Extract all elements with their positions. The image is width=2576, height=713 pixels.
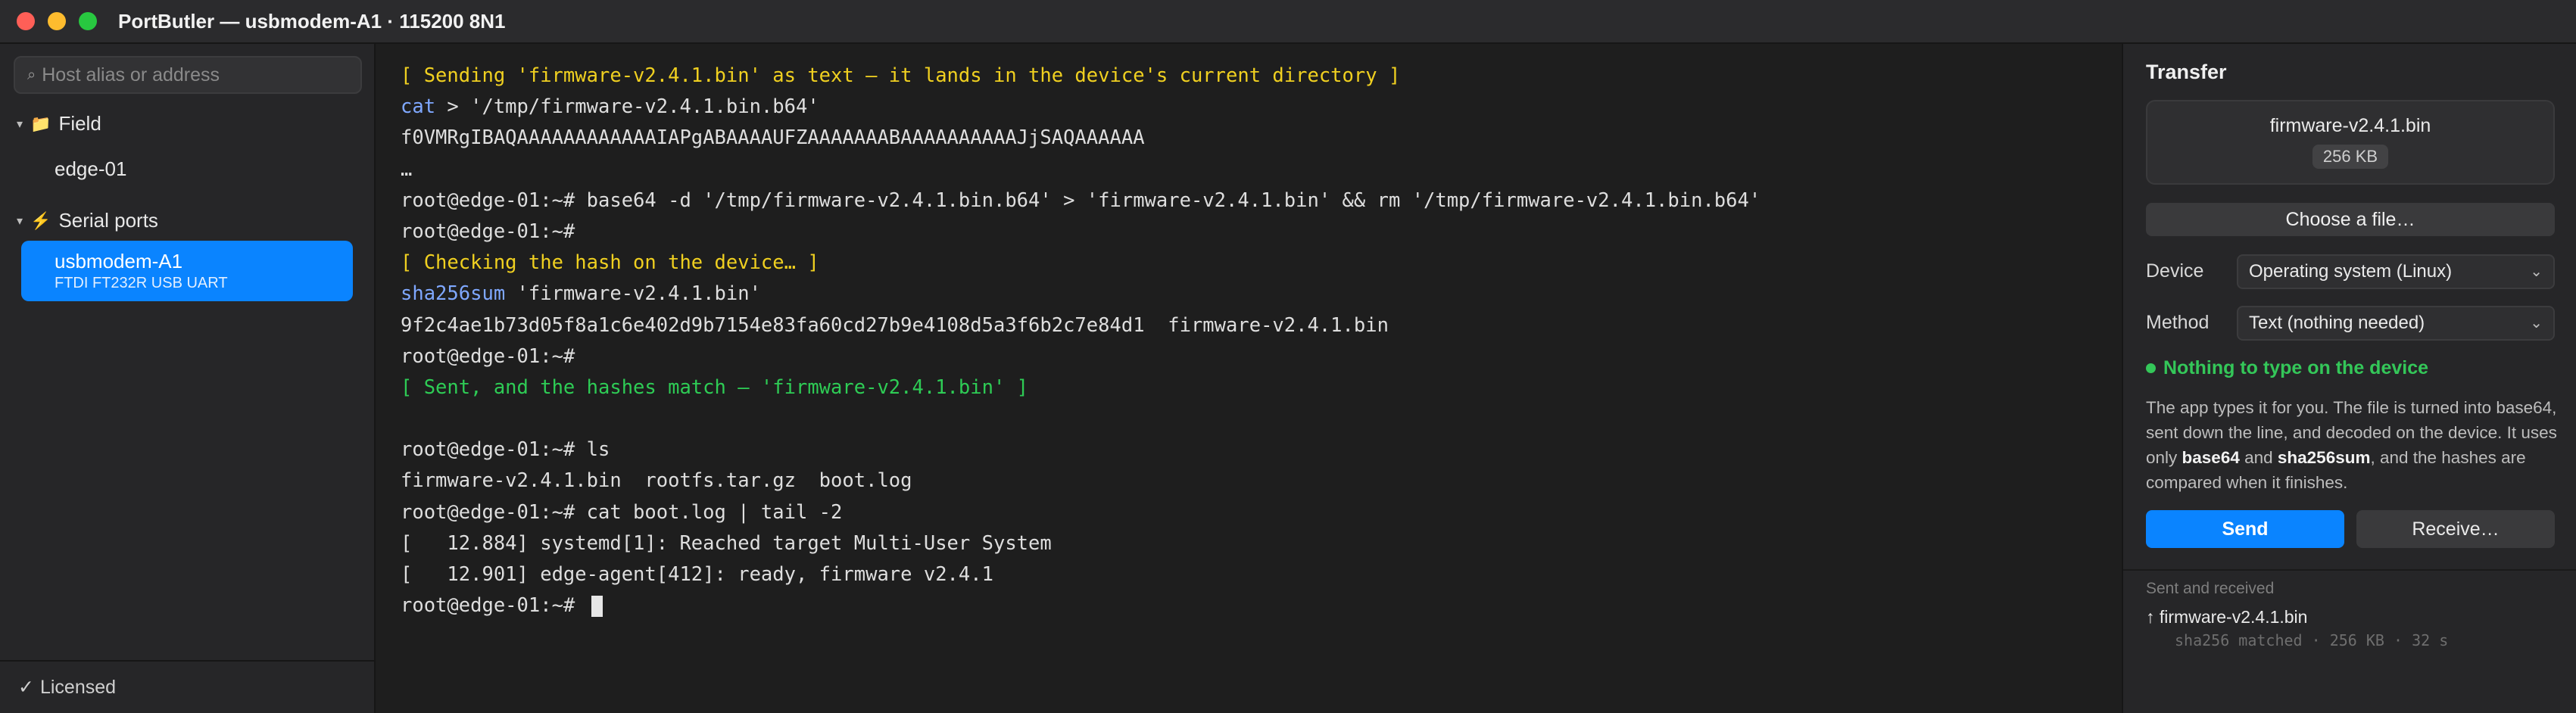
terminal-line: root@edge-01:~# cat boot.log | tail -2 [401, 497, 2122, 528]
bolt-icon: ⚡ [30, 210, 51, 230]
method-select[interactable]: Text (nothing needed) ⌄ [2237, 306, 2555, 341]
terminal-text: [ Checking the hash on the device… ] [401, 251, 819, 275]
transfer-panel: Transfer firmware-v2.4.1.bin 256 KB Choo… [2122, 44, 2576, 713]
minimize-window-button[interactable] [48, 12, 66, 30]
terminal-text: [ 12.901] edge-agent[412]: ready, firmwa… [401, 563, 993, 586]
license-status: ✓ Licensed [0, 660, 374, 713]
terminal-line: firmware-v2.4.1.bin rootfs.tar.gz boot.l… [401, 465, 2122, 497]
file-name: firmware-v2.4.1.bin [2269, 115, 2431, 136]
terminal-line: [ Checking the hash on the device… ] [401, 248, 2122, 279]
sidebar-group-label: Serial ports [58, 209, 158, 232]
terminal-line: f0VMRgIBAQAAAAAAAAAAAAIAPgABAAAAUFZAAAAA… [401, 123, 2122, 154]
status-text: Nothing to type on the device [2163, 357, 2429, 378]
sidebar-group-field[interactable]: ▾ 📁 Field [17, 112, 101, 135]
window-title: PortButler — usbmodem-A1 · 115200 8N1 [118, 9, 506, 33]
panel-title: Transfer [2146, 61, 2227, 83]
terminal-cursor [591, 596, 603, 618]
zoom-window-button[interactable] [79, 12, 97, 30]
terminal-line: root@edge-01:~# [401, 341, 2122, 372]
folder-icon: 📁 [30, 114, 51, 133]
terminal-text: [ Sending 'firmware-v2.4.1.bin' as text … [401, 64, 1401, 87]
history-meta: sha256 matched · 256 KB · 32 s [2175, 631, 2449, 649]
terminal-line: root@edge-01:~# [401, 216, 2122, 248]
desc-bold-base64: base64 [2181, 448, 2240, 467]
terminal-line: sha256sum 'firmware-v2.4.1.bin' [401, 279, 2122, 310]
terminal-text: > '/tmp/firmware-v2.4.1.bin.b64' [435, 95, 819, 119]
history-item[interactable]: ↑ firmware-v2.4.1.bin [2146, 607, 2307, 627]
terminal-output[interactable]: [ Sending 'firmware-v2.4.1.bin' as text … [376, 44, 2122, 713]
receive-button[interactable]: Receive… [2356, 510, 2555, 548]
divider [2123, 569, 2576, 571]
sidebar: ⌕ Host alias or address ▾ 📁 Field edge-0… [0, 44, 376, 713]
license-label: Licensed [39, 676, 117, 698]
status-indicator: Nothing to type on the device [2146, 357, 2428, 379]
port-detail: FTDI FT232R USB UART [55, 275, 228, 291]
terminal-line: root@edge-01:~# [401, 590, 2122, 621]
terminal-line: cat > '/tmp/firmware-v2.4.1.bin.b64' [401, 92, 2122, 123]
terminal-text: [ Sent, and the hashes match — 'firmware… [401, 375, 1029, 399]
method-select-value: Text (nothing needed) [2249, 313, 2425, 333]
terminal-text: … [401, 157, 413, 181]
search-input[interactable]: ⌕ Host alias or address [14, 56, 362, 94]
terminal-line: root@edge-01:~# base64 -d '/tmp/firmware… [401, 185, 2122, 216]
terminal-line: [ 12.901] edge-agent[412]: ready, firmwa… [401, 559, 2122, 590]
method-label: Method [2146, 312, 2210, 333]
chevron-down-icon: ⌄ [2530, 263, 2543, 280]
terminal-command: sha256sum [401, 282, 506, 306]
terminal-text: root@edge-01:~# [401, 344, 575, 368]
port-name: usbmodem-A1 [55, 250, 183, 272]
terminal-line: root@edge-01:~# ls [401, 434, 2122, 465]
terminal-text: f0VMRgIBAQAAAAAAAAAAAAIAPgABAAAAUFZAAAAA… [401, 126, 1145, 150]
device-select[interactable]: Operating system (Linux) ⌄ [2237, 254, 2555, 289]
checkmark-icon: ✓ [18, 677, 34, 698]
terminal-text: 'firmware-v2.4.1.bin' [505, 282, 761, 306]
chevron-down-icon: ⌄ [2530, 315, 2543, 332]
send-button[interactable]: Send [2146, 510, 2344, 548]
method-description: The app types it for you. The file is tu… [2146, 395, 2559, 495]
sidebar-group-serial-ports[interactable]: ▾ ⚡ Serial ports [17, 209, 158, 232]
title-bar: PortButler — usbmodem-A1 · 115200 8N1 [0, 0, 2576, 44]
terminal-text: root@edge-01:~# cat boot.log | tail -2 [401, 500, 843, 524]
terminal-command: cat [401, 95, 436, 119]
terminal-line: [ 12.884] systemd[1]: Reached target Mul… [401, 528, 2122, 559]
sidebar-group-label: Field [58, 112, 101, 135]
terminal-text: root@edge-01:~# base64 -d '/tmp/firmware… [401, 188, 1761, 212]
window-controls [17, 12, 97, 30]
device-label: Device [2146, 260, 2204, 282]
close-window-button[interactable] [17, 12, 35, 30]
terminal-text: 9f2c4ae1b73d05f8a1c6e402d9b7154e83fa60cd… [401, 313, 1389, 337]
disclosure-triangle-icon[interactable]: ▾ [17, 117, 23, 132]
selected-file-card[interactable]: firmware-v2.4.1.bin 256 KB [2146, 100, 2555, 185]
terminal-text: [ 12.884] systemd[1]: Reached target Mul… [401, 531, 1052, 555]
status-dot-icon [2146, 363, 2156, 373]
terminal-text: root@edge-01:~# [401, 594, 587, 618]
terminal-text: firmware-v2.4.1.bin rootfs.tar.gz boot.l… [401, 469, 912, 493]
search-placeholder: Host alias or address [42, 64, 220, 86]
terminal-line: 9f2c4ae1b73d05f8a1c6e402d9b7154e83fa60cd… [401, 310, 2122, 341]
desc-text: and [2239, 448, 2278, 467]
history-file-name: firmware-v2.4.1.bin [2159, 607, 2308, 627]
sidebar-item-edge-01[interactable]: edge-01 [55, 157, 126, 181]
terminal-text: root@edge-01:~# [401, 220, 575, 243]
history-title: Sent and received [2146, 580, 2275, 597]
terminal-line: [ Sent, and the hashes match — 'firmware… [401, 372, 2122, 403]
search-icon: ⌕ [27, 66, 36, 83]
sidebar-item-usbmodem-a1[interactable]: usbmodem-A1 FTDI FT232R USB UART [21, 241, 353, 301]
terminal-line: [ Sending 'firmware-v2.4.1.bin' as text … [401, 61, 2122, 92]
file-size-badge: 256 KB [2312, 145, 2389, 169]
upload-arrow-icon: ↑ [2146, 607, 2155, 627]
disclosure-triangle-icon[interactable]: ▾ [17, 213, 23, 229]
device-select-value: Operating system (Linux) [2249, 261, 2453, 282]
choose-file-button[interactable]: Choose a file… [2146, 203, 2555, 236]
desc-bold-sha256sum: sha256sum [2277, 448, 2371, 467]
terminal-line: … [401, 154, 2122, 185]
terminal-text: root@edge-01:~# ls [401, 438, 610, 462]
